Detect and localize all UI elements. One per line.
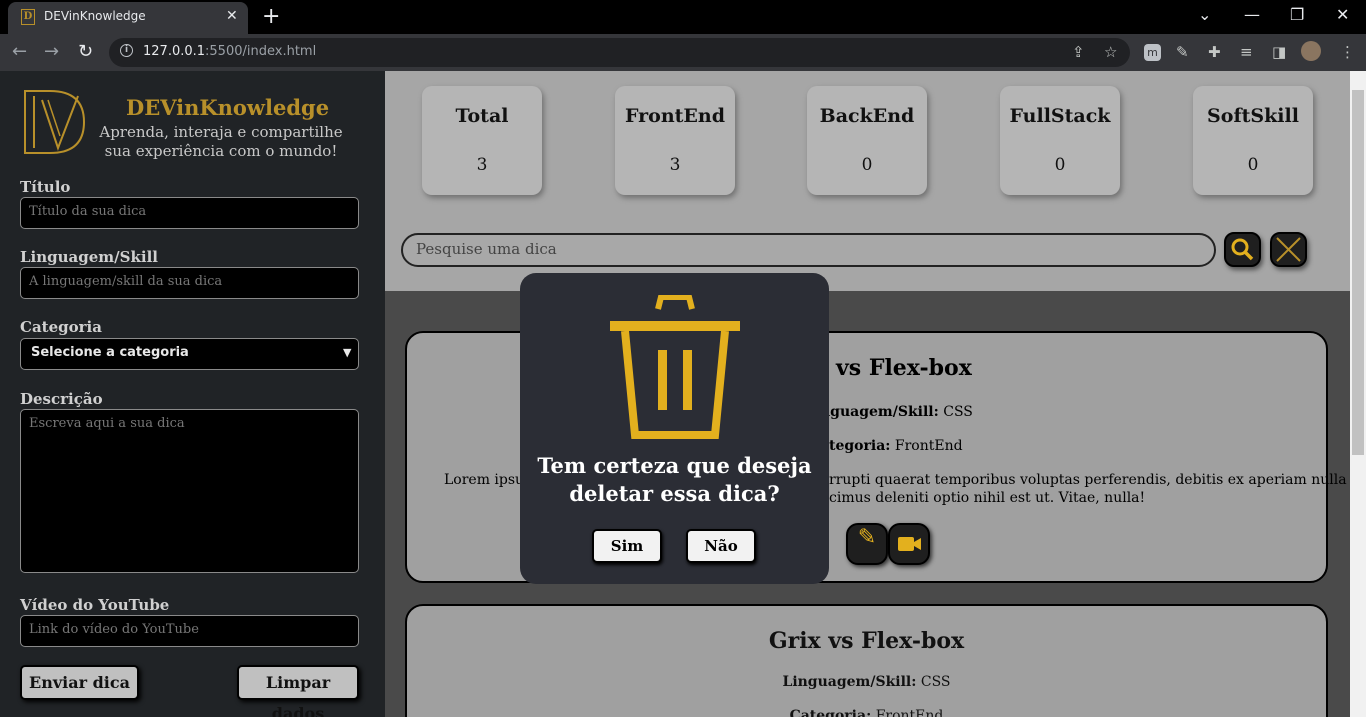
extension-pen-icon[interactable]: ✎	[1176, 43, 1189, 61]
edit-tip-button[interactable]: ✎	[846, 523, 888, 565]
title-input[interactable]: Título da sua dica	[20, 197, 359, 229]
stat-card-frontend: FrontEnd 3	[615, 86, 735, 195]
modal-question: Tem certeza que deseja deletar essa dica…	[537, 453, 812, 506]
app-subtitle: Aprenda, interaja e compartilhe sua expe…	[99, 123, 343, 160]
chevron-down-icon: ▼	[343, 346, 352, 359]
clear-search-button[interactable]	[1270, 232, 1307, 267]
delete-confirm-modal	[520, 273, 829, 584]
language-input[interactable]: A linguagem/skill da sua dica	[20, 267, 359, 299]
media-queue-icon[interactable]: ≡	[1240, 43, 1253, 61]
stat-label: FrontEnd	[624, 105, 725, 127]
scrollbar-thumb[interactable]	[1352, 90, 1364, 455]
tip-lang: CSS	[920, 674, 951, 690]
stat-card-total: Total 3	[422, 86, 542, 195]
tip-category-label: Categoria:	[789, 708, 872, 717]
search-icon	[1231, 238, 1254, 261]
app-logo-icon	[24, 90, 86, 154]
description-textarea[interactable]: Escreva aqui a sua dica	[20, 409, 359, 573]
tip-category: FrontEnd	[894, 438, 963, 454]
tip-lang: CSS	[943, 404, 973, 420]
clear-form-button[interactable]: Limpar dados	[237, 665, 359, 717]
tip-category-label: tegoria:	[829, 438, 891, 454]
search-input[interactable]: Pesquise uma dica	[401, 233, 1216, 267]
info-icon[interactable]: i	[120, 44, 133, 57]
app-title: DEVinKnowledge	[126, 95, 330, 120]
confirm-yes-button[interactable]: Sim	[592, 529, 662, 563]
tip-description-left: Lorem ipsu	[444, 472, 525, 488]
minimize-icon[interactable]: —	[1244, 5, 1260, 24]
kebab-menu-icon[interactable]: ⋮	[1340, 43, 1355, 61]
tip-title: Grix vs Flex-box	[768, 628, 965, 654]
side-panel-icon[interactable]: ◨	[1272, 43, 1286, 61]
share-icon[interactable]: ⇪	[1072, 43, 1085, 61]
submit-tip-button[interactable]: Enviar dica	[20, 665, 139, 700]
video-input[interactable]: Link do vídeo do YouTube	[20, 615, 359, 647]
extensions-puzzle-icon[interactable]: ✚	[1208, 43, 1221, 61]
tip-description-cont: cimus deleniti optio nihil est ut. Vitae…	[829, 490, 1146, 506]
tab-close-button[interactable]: ✕	[226, 8, 238, 24]
category-select[interactable]: Selecione a categoria	[20, 338, 359, 370]
stat-label: FullStack	[1009, 105, 1111, 127]
category-label: Categoria	[20, 318, 102, 336]
video-tip-button[interactable]	[888, 523, 930, 565]
url-text[interactable]: 127.0.0.1:5500/index.html	[143, 44, 316, 59]
extension-m-icon[interactable]: m	[1144, 44, 1161, 61]
favicon-icon: D	[21, 9, 35, 25]
back-icon[interactable]: ←	[12, 41, 27, 62]
tip-lang-label: Linguagem/Skill:	[782, 674, 917, 690]
stat-label: SoftSkill	[1207, 105, 1299, 127]
stat-value: 3	[669, 155, 681, 175]
chevron-down-icon[interactable]: ⌄	[1198, 5, 1211, 24]
edit-icon: ✎	[857, 525, 877, 550]
stat-label: Total	[455, 105, 509, 127]
stat-card-backend: BackEnd 0	[807, 86, 927, 195]
window-close-icon[interactable]: ✕	[1336, 5, 1349, 24]
search-button[interactable]	[1224, 232, 1261, 267]
stat-card-softskill: SoftSkill 0	[1193, 86, 1313, 195]
close-icon	[1276, 237, 1301, 262]
stat-value: 0	[1054, 155, 1066, 175]
forward-icon[interactable]: →	[44, 41, 59, 62]
reload-icon[interactable]: ↻	[78, 41, 93, 62]
tip-category: FrontEnd	[875, 708, 944, 717]
tab-title: DEVinKnowledge	[44, 9, 146, 23]
profile-avatar[interactable]	[1301, 41, 1321, 61]
stat-card-fullstack: FullStack 0	[1000, 86, 1120, 195]
restore-icon[interactable]: ❐	[1290, 5, 1304, 24]
video-label: Vídeo do YouTube	[20, 596, 170, 614]
trash-icon	[609, 294, 740, 439]
tip-description: rrupti quaerat temporibus voluptas perfe…	[829, 472, 1347, 488]
stat-value: 0	[1247, 155, 1259, 175]
new-tab-button[interactable]: +	[262, 4, 280, 29]
language-label: Linguagem/Skill	[20, 248, 158, 266]
description-label: Descrição	[20, 390, 103, 408]
stat-label: BackEnd	[819, 105, 915, 127]
tip-card: Grix vs Flex-box Linguagem/Skill: CSS Ca…	[405, 604, 1328, 717]
confirm-no-button[interactable]: Não	[686, 529, 756, 563]
video-camera-icon	[898, 537, 921, 551]
star-icon[interactable]: ☆	[1104, 43, 1117, 61]
tip-lang-label: nguagem/Skill:	[820, 404, 939, 420]
tip-title: vs Flex-box	[836, 355, 972, 381]
stat-value: 3	[476, 155, 488, 175]
title-label: Título	[20, 178, 71, 196]
stat-value: 0	[861, 155, 873, 175]
